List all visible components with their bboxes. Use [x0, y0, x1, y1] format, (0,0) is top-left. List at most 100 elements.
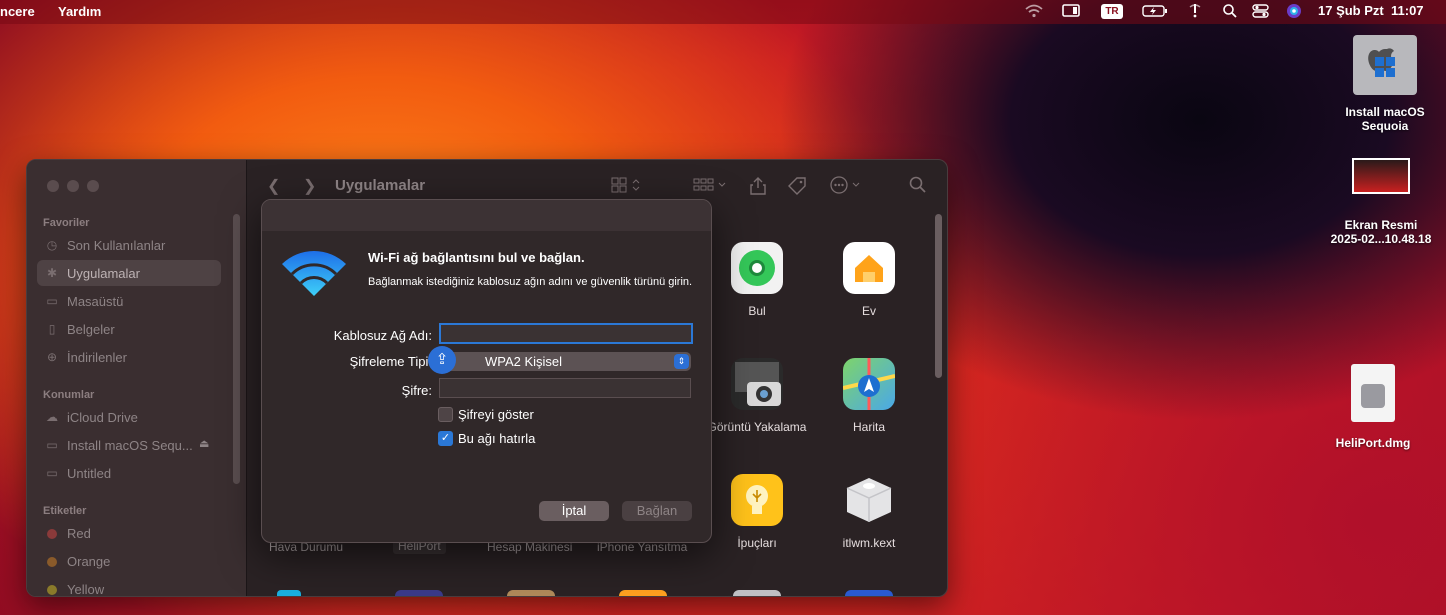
window-title: Uygulamalar	[335, 177, 426, 194]
screenshot-thumbnail-icon	[1352, 158, 1410, 194]
sidebar-item-desktop[interactable]: ▭ Masaüstü	[37, 288, 221, 314]
desktop-item-label: Install macOS	[1345, 105, 1425, 119]
sidebar-scrollbar[interactable]	[233, 214, 240, 484]
close-window-button[interactable]	[47, 180, 59, 192]
security-type-label: Şifreleme Tipi:	[349, 354, 432, 369]
group-icon[interactable]	[693, 176, 731, 199]
security-type-value: WPA2 Kişisel	[485, 354, 563, 369]
sidebar-tag-red[interactable]: Red	[37, 520, 221, 546]
dmg-file-icon	[1351, 364, 1395, 422]
wifi-icon[interactable]	[1024, 3, 1044, 22]
dialog-title-bar	[262, 200, 711, 231]
app-icon-peek	[845, 590, 893, 596]
wifi-join-dialog: Wi-Fi ağ bağlantısını bul ve bağlan. Bağ…	[261, 199, 712, 543]
control-center-icon[interactable]	[1252, 3, 1270, 22]
app-find-my[interactable]: Bul	[702, 242, 812, 318]
app-icon-peek	[277, 590, 301, 596]
chevron-updown-icon: ⇕	[674, 354, 689, 369]
menu-window[interactable]: ncere	[0, 4, 35, 19]
finder-sidebar: Favoriler ◷ Son Kullanılanlar ✱ Uygulamala…	[27, 160, 247, 596]
forward-icon[interactable]: ❯	[303, 176, 316, 196]
sidebar-item-documents[interactable]: ▯ Belgeler	[37, 316, 221, 342]
siri-icon[interactable]	[1286, 3, 1302, 22]
battery-icon[interactable]	[1142, 3, 1168, 22]
desktop-item-label: 2025-02...10.48.18	[1330, 232, 1432, 246]
content-scrollbar[interactable]	[935, 214, 942, 378]
search-icon[interactable]	[1222, 3, 1238, 22]
app-maps[interactable]: Harita	[814, 358, 924, 434]
eject-icon[interactable]: ⏏	[199, 437, 209, 450]
disk-icon: ▭	[46, 438, 58, 452]
menubar-date[interactable]: 17 Şub Pzt	[1318, 3, 1384, 18]
desktop-item-heliport-dmg[interactable]: HeliPort.dmg	[1318, 364, 1428, 450]
desktop-item-screenshot[interactable]: Ekran Resmi 2025-02...10.48.18	[1318, 158, 1444, 246]
maps-icon	[842, 358, 896, 410]
wifi-icon	[280, 248, 348, 303]
remember-network-checkbox[interactable]: ✓	[438, 431, 453, 446]
tag-dot-icon	[47, 585, 57, 595]
show-password-checkbox[interactable]	[438, 407, 453, 422]
lightbulb-icon	[731, 474, 783, 526]
sidebar-item-icloud[interactable]: ☁ iCloud Drive	[37, 404, 221, 430]
cloud-icon: ☁	[46, 410, 58, 424]
sidebar-section-tags: Etiketler	[43, 505, 87, 517]
sidebar-item-recents[interactable]: ◷ Son Kullanılanlar	[37, 232, 221, 258]
sidebar-section-locations: Konumlar	[43, 389, 95, 401]
back-icon[interactable]: ❮	[267, 176, 280, 196]
cancel-button[interactable]: İptal	[539, 501, 609, 521]
app-icon-peek	[733, 590, 781, 596]
remember-network-label[interactable]: Bu ağı hatırla	[458, 431, 535, 446]
app-image-capture[interactable]: Görüntü Yakalama	[702, 358, 812, 434]
password-label: Şifre:	[401, 383, 432, 398]
connect-button[interactable]: Bağlan	[622, 501, 692, 521]
desktop-item-label: Ekran Resmi	[1344, 218, 1418, 232]
tag-icon[interactable]	[787, 176, 809, 201]
app-icon-peek	[395, 590, 443, 596]
menu-help[interactable]: Yardım	[58, 4, 101, 19]
desktop-item-label: HeliPort.dmg	[1335, 436, 1411, 450]
caps-lock-icon: ⇪	[428, 346, 456, 374]
kext-bundle-icon	[843, 474, 895, 526]
icon-view-icon[interactable]	[611, 176, 645, 199]
find-my-icon	[731, 242, 783, 294]
more-actions-icon[interactable]	[829, 176, 865, 199]
sidebar-item-untitled[interactable]: ▭ Untitled	[37, 460, 221, 486]
document-icon: ▯	[48, 322, 56, 336]
home-icon	[843, 242, 895, 294]
apps-icon: ✱	[46, 266, 58, 280]
dialog-subtitle: Bağlanmak istediğiniz kablosuz ağın adın…	[368, 276, 693, 288]
app-itlwm-kext[interactable]: itlwm.kext	[814, 474, 924, 550]
search-icon[interactable]	[909, 176, 927, 199]
share-icon[interactable]	[749, 176, 767, 201]
download-icon: ⊕	[46, 350, 58, 364]
installer-icon	[1353, 35, 1417, 95]
tag-dot-icon	[47, 557, 57, 567]
clock-icon: ◷	[46, 238, 58, 252]
disk-icon: ▭	[46, 466, 58, 480]
alert-icon[interactable]	[1187, 3, 1203, 22]
menubar-time[interactable]: 11:07	[1391, 3, 1424, 18]
tag-dot-icon	[47, 529, 57, 539]
app-home[interactable]: Ev	[814, 242, 924, 318]
sidebar-tag-orange[interactable]: Orange	[37, 548, 221, 574]
zoom-window-button[interactable]	[87, 180, 99, 192]
network-name-label: Kablosuz Ağ Adı:	[333, 328, 432, 343]
sidebar-item-install-volume[interactable]: ▭ Install macOS Sequ... ⏏	[37, 432, 221, 458]
sidebar-item-downloads[interactable]: ⊕ İndirilenler	[37, 344, 221, 370]
security-type-popup[interactable]: WPA2 Kişisel ⇕	[439, 352, 691, 371]
minimize-window-button[interactable]	[67, 180, 79, 192]
desktop-item-label: Sequoia	[1361, 119, 1409, 133]
display-icon[interactable]	[1062, 3, 1082, 22]
desktop-item-install-macos[interactable]: Install macOS Sequoia	[1330, 35, 1440, 133]
sidebar-tag-yellow[interactable]: Yellow	[37, 576, 221, 596]
network-name-input[interactable]	[439, 323, 693, 344]
app-tips[interactable]: İpuçları	[702, 474, 812, 550]
camera-icon	[731, 358, 783, 410]
desktop-icon: ▭	[46, 294, 58, 308]
menu-bar: ncere Yardım TR 17 Şub Pzt 11:07	[0, 0, 1446, 24]
sidebar-item-applications[interactable]: ✱ Uygulamalar	[37, 260, 221, 286]
dialog-title: Wi-Fi ağ bağlantısını bul ve bağlan.	[368, 250, 585, 265]
input-source-badge[interactable]: TR	[1101, 4, 1123, 19]
password-input[interactable]	[439, 378, 691, 398]
show-password-label[interactable]: Şifreyi göster	[458, 407, 534, 422]
